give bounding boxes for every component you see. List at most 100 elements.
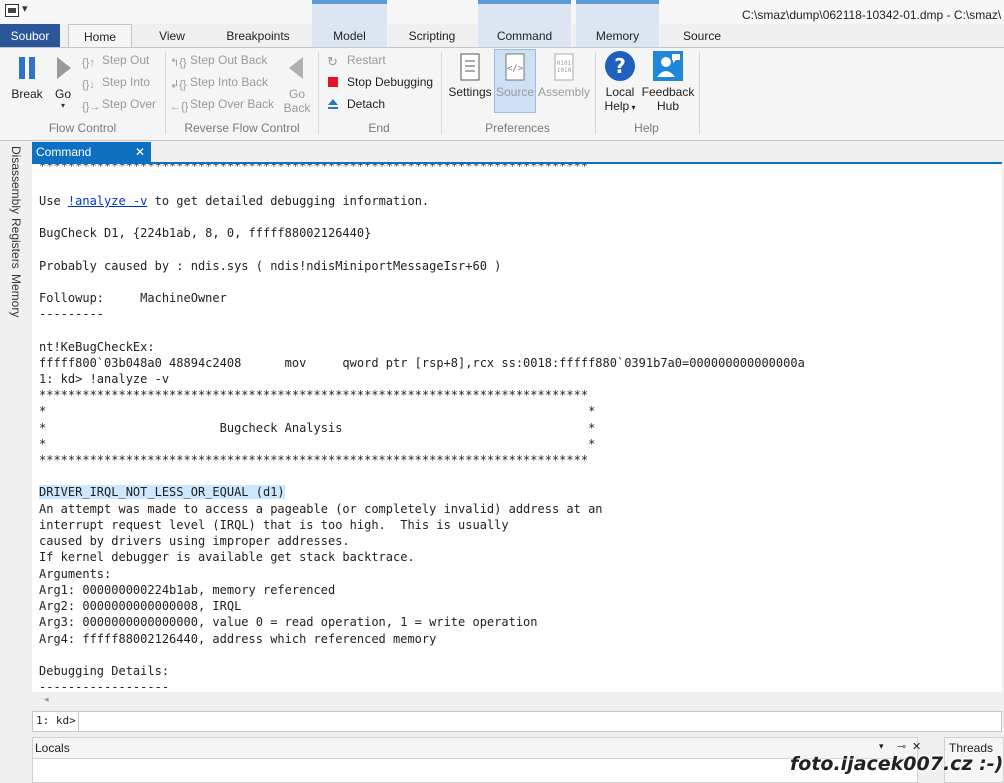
svg-text:</>: </>	[507, 64, 524, 74]
output-line: 1: kd> !analyze -v	[39, 372, 170, 386]
output-line: An attempt was made to access a pageable…	[39, 502, 603, 516]
feedback-hub-button[interactable]: Feedback Hub	[640, 50, 696, 113]
feedback-hub-icon	[653, 51, 683, 81]
dropdown-icon[interactable]: ▾	[879, 741, 884, 752]
go-button[interactable]: Go ▾	[48, 52, 78, 114]
group-label-end: End	[368, 121, 390, 135]
step-out-back-icon: ↰{}	[170, 57, 187, 69]
group-label-preferences: Preferences	[485, 121, 550, 135]
tab-model[interactable]: Model	[312, 24, 387, 48]
assembly-label: Assembly	[537, 85, 590, 99]
output-line: DRIVER_IRQL_NOT_LESS_OR_EQUAL (d1)	[39, 484, 285, 500]
step-out-back-label: Step Out Back	[190, 53, 268, 67]
restart-button[interactable]: ↻ Restart	[327, 50, 439, 70]
side-tab-memory[interactable]: Memory	[9, 274, 23, 317]
group-label-reverse-flow-control: Reverse Flow Control	[184, 121, 300, 135]
tab-memory[interactable]: Memory	[576, 24, 659, 48]
tab-scripting[interactable]: Scripting	[400, 24, 464, 48]
output-line: fffff800`03b048a0 48894c2408 mov qword p…	[39, 356, 805, 370]
side-tab-registers[interactable]: Registers	[9, 218, 23, 269]
watermark: foto.ijacek007.cz :-)	[790, 753, 1004, 775]
tab-view[interactable]: View	[148, 24, 196, 48]
locals-pane-body[interactable]	[32, 759, 918, 783]
stop-icon	[327, 74, 343, 88]
output-line: ****************************************…	[39, 164, 589, 173]
output-text: Use	[39, 194, 68, 208]
window-title: C:\smaz\dump\062118-10342-01.dmp - C:\sm…	[742, 8, 1002, 22]
settings-icon	[460, 53, 480, 81]
assembly-icon: 01011010	[554, 53, 574, 81]
analyze-link[interactable]: !analyze -v	[68, 194, 147, 208]
command-prompt: 1: kd>	[36, 714, 76, 727]
settings-label: Settings	[448, 85, 492, 99]
step-over-back-label: Step Over Back	[190, 97, 275, 111]
go-dropdown-icon[interactable]: ▾	[48, 101, 78, 110]
step-over-button[interactable]: {}→ Step Over	[82, 94, 162, 114]
play-back-icon	[289, 57, 303, 79]
scroll-left-icon[interactable]: ◂	[44, 694, 49, 705]
side-tab-disassembly[interactable]: Disassembly	[9, 146, 23, 214]
group-divider	[699, 52, 700, 134]
output-line: Arg2: 0000000000000008, IRQL	[39, 599, 242, 613]
group-label-flow-control: Flow Control	[48, 121, 117, 135]
tab-breakpoints[interactable]: Breakpoints	[218, 24, 298, 48]
go-back-label-2: Back	[283, 101, 311, 115]
locals-pane-header: Locals ▾ ⊸ ✕	[32, 737, 921, 759]
app-icon[interactable]	[5, 4, 19, 17]
tab-command[interactable]: Command	[478, 24, 571, 48]
step-over-back-button[interactable]: ←{} Step Over Back	[170, 94, 282, 114]
svg-text:0101: 0101	[557, 60, 572, 67]
close-pane-icon[interactable]: ✕	[912, 740, 921, 753]
tab-home[interactable]: Home	[68, 24, 132, 48]
pause-icon	[19, 57, 35, 79]
break-button[interactable]: Break	[8, 52, 46, 102]
output-line: BugCheck D1, {224b1ab, 8, 0, fffff880021…	[39, 226, 372, 240]
settings-button[interactable]: Settings	[446, 52, 494, 99]
command-input-bar[interactable]: 1: kd>	[32, 711, 1002, 732]
svg-text:1010: 1010	[557, 67, 572, 74]
step-over-label: Step Over	[102, 97, 157, 111]
output-text: to get detailed debugging information.	[147, 194, 430, 208]
prompt-divider	[78, 712, 79, 731]
detach-button[interactable]: Detach	[327, 94, 439, 114]
step-into-button[interactable]: {}↓ Step Into	[82, 72, 162, 92]
step-out-button[interactable]: {}↑ Step Out	[82, 50, 162, 70]
tab-file[interactable]: Soubor	[0, 24, 60, 48]
local-help-label-1: Local	[605, 85, 635, 99]
pin-icon[interactable]: ⊸	[897, 740, 906, 753]
detach-label: Detach	[347, 97, 386, 111]
output-line: Debugging Details:	[39, 664, 170, 678]
command-doc-tab[interactable]: Command ✕	[32, 142, 151, 162]
go-back-button[interactable]: Go Back	[282, 52, 312, 116]
local-help-button[interactable]: ? Local Help ▾	[600, 50, 640, 113]
stop-debugging-button[interactable]: Stop Debugging	[327, 72, 439, 92]
source-code-icon: </>	[505, 53, 525, 81]
go-label: Go	[54, 87, 71, 101]
command-output[interactable]: ****************************************…	[32, 164, 1002, 692]
quick-access-dropdown-icon[interactable]: ▾	[22, 2, 28, 15]
step-out-back-button[interactable]: ↰{} Step Out Back	[170, 50, 282, 70]
output-line: * Bugcheck Analysis *	[39, 421, 596, 435]
step-into-back-button[interactable]: ↲{} Step Into Back	[170, 72, 282, 92]
source-button[interactable]: </> Source	[494, 49, 536, 113]
restart-icon: ↻	[327, 54, 338, 69]
tab-source[interactable]: Source	[672, 24, 732, 48]
local-help-dropdown-icon[interactable]: ▾	[629, 103, 635, 112]
horizontal-scrollbar[interactable]: ◂	[32, 692, 1002, 708]
close-icon[interactable]: ✕	[135, 142, 145, 162]
play-icon	[57, 57, 71, 79]
step-over-back-icon: ←{}	[170, 101, 189, 113]
output-line: Arguments:	[39, 567, 112, 581]
output-line: caused by drivers using improper address…	[39, 534, 350, 548]
step-into-back-icon: ↲{}	[170, 79, 187, 91]
output-line: Arg3: 0000000000000000, value 0 = read o…	[39, 615, 538, 629]
step-out-icon: {}↑	[82, 57, 95, 69]
assembly-button[interactable]: 0101 1010 Assembly	[537, 52, 591, 99]
step-out-label: Step Out	[102, 53, 150, 67]
step-into-icon: {}↓	[82, 79, 95, 91]
command-tab-label: Command	[36, 145, 92, 159]
output-line: Probably caused by : ndis.sys ( ndis!ndi…	[39, 259, 502, 273]
group-label-help: Help	[634, 121, 659, 135]
output-line: Arg4: fffff88002126440, address which re…	[39, 632, 437, 646]
output-line: * *	[39, 404, 596, 418]
